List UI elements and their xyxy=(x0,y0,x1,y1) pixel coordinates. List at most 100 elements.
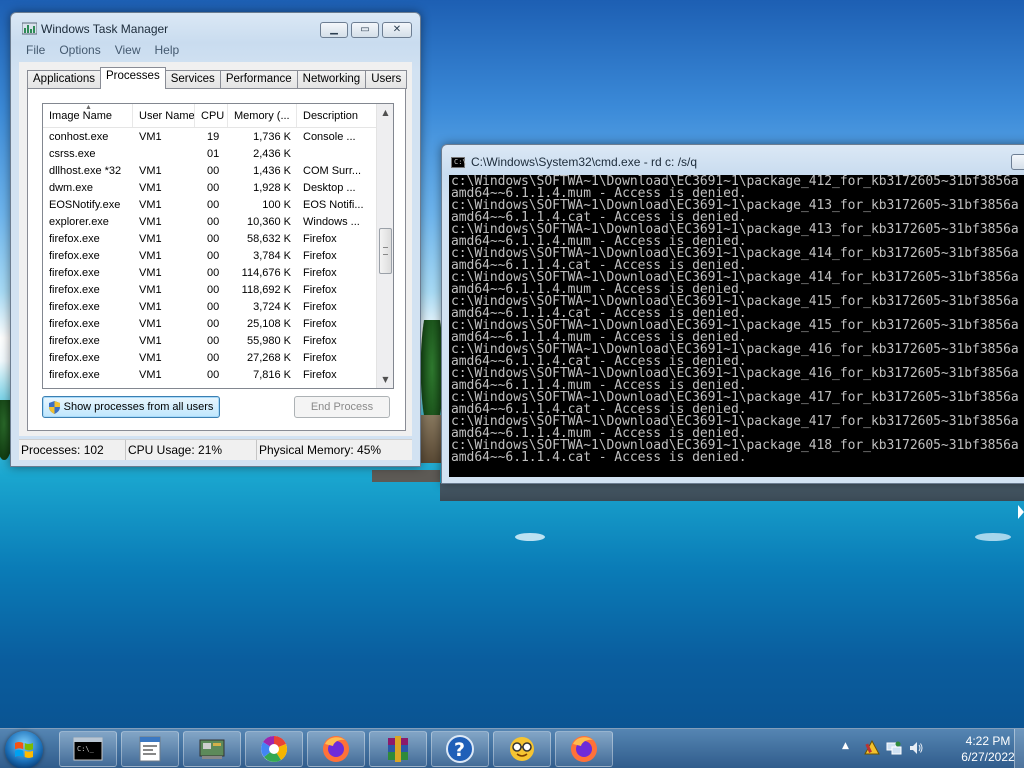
menu-bar: File Options View Help xyxy=(19,42,412,61)
column-image-name[interactable]: ▲ Image Name xyxy=(43,104,133,127)
menu-view[interactable]: View xyxy=(108,42,148,61)
process-row[interactable]: conhost.exe VM1 19 1,736 K Console ... xyxy=(43,128,393,145)
volume-icon[interactable] xyxy=(908,740,924,756)
process-row[interactable]: firefox.exe VM1 00 27,268 K Firefox xyxy=(43,349,393,366)
process-row[interactable]: EOSNotify.exe VM1 00 100 K EOS Notifi... xyxy=(43,196,393,213)
status-cpu-usage: CPU Usage: 21% xyxy=(126,440,257,460)
status-processes: Processes: 102 xyxy=(19,440,126,460)
process-row[interactable]: firefox.exe VM1 00 114,676 K Firefox xyxy=(43,264,393,281)
scroll-down-icon[interactable]: ▼ xyxy=(377,371,393,388)
processes-panel: ▲ Image Name User Name CPU Memory (... D… xyxy=(27,88,406,431)
start-button[interactable] xyxy=(5,731,43,768)
process-description: Firefox xyxy=(303,351,337,364)
process-user-name: VM1 xyxy=(139,249,162,262)
column-description[interactable]: Description xyxy=(297,104,375,127)
close-button[interactable]: ✕ xyxy=(382,22,412,38)
show-desktop-button[interactable] xyxy=(1014,729,1024,768)
show-all-processes-button[interactable]: Show processes from all users xyxy=(42,396,220,418)
taskbar-picasa-button[interactable] xyxy=(245,731,303,767)
task-manager-body: Applications Processes Services Performa… xyxy=(19,62,412,436)
process-memory: 3,724 K xyxy=(253,300,291,313)
network-icon[interactable] xyxy=(886,740,902,756)
process-description: COM Surr... xyxy=(303,164,362,177)
taskbar-hardware-button[interactable] xyxy=(183,731,241,767)
process-user-name: VM1 xyxy=(139,164,162,177)
menu-help[interactable]: Help xyxy=(148,42,187,61)
process-list-header: ▲ Image Name User Name CPU Memory (... D… xyxy=(43,104,393,128)
process-row[interactable]: firefox.exe VM1 00 3,784 K Firefox xyxy=(43,247,393,264)
wallpaper-boat xyxy=(515,533,545,541)
process-description: EOS Notifi... xyxy=(303,198,364,211)
process-list[interactable]: ▲ Image Name User Name CPU Memory (... D… xyxy=(42,103,394,389)
scroll-thumb[interactable] xyxy=(379,228,392,274)
menu-file[interactable]: File xyxy=(19,42,52,61)
process-user-name: VM1 xyxy=(139,317,162,330)
process-row[interactable]: dllhost.exe *32 VM1 00 1,436 K COM Surr... xyxy=(43,162,393,179)
process-description: Desktop ... xyxy=(303,181,356,194)
process-row[interactable]: firefox.exe VM1 00 118,692 K Firefox xyxy=(43,281,393,298)
tab-performance[interactable]: Performance xyxy=(219,70,298,89)
tab-processes[interactable]: Processes xyxy=(100,67,166,89)
cmd-window: C:\ C:\Windows\System32\cmd.exe - rd c: … xyxy=(441,144,1024,484)
cmd-minimize-button[interactable] xyxy=(1011,154,1024,170)
wallpaper-boat-far xyxy=(975,533,1011,541)
task-manager-window: Windows Task Manager ▁ ▭ ✕ File Options … xyxy=(10,12,421,467)
clock[interactable]: 4:22 PM 6/27/2022 xyxy=(960,733,1016,765)
process-cpu: 01 xyxy=(207,147,220,160)
maximize-button[interactable]: ▭ xyxy=(351,22,379,38)
minimize-button[interactable]: ▁ xyxy=(320,22,348,38)
process-row[interactable]: firefox.exe VM1 00 25,108 K Firefox xyxy=(43,315,393,332)
taskbar-firefox-button-2[interactable] xyxy=(555,731,613,767)
column-user-name[interactable]: User Name xyxy=(133,104,195,127)
tab-users[interactable]: Users xyxy=(365,70,408,89)
process-row[interactable]: dwm.exe VM1 00 1,928 K Desktop ... xyxy=(43,179,393,196)
process-memory: 2,436 K xyxy=(253,147,291,160)
process-memory: 1,436 K xyxy=(253,164,291,177)
process-image-name: dwm.exe xyxy=(49,181,94,194)
vertical-scrollbar[interactable]: ▲ ▼ xyxy=(376,104,393,388)
process-row[interactable]: firefox.exe VM1 00 55,980 K Firefox xyxy=(43,332,393,349)
console-output[interactable]: c:\Windows\SOFTWA~1\Download\EC3691~1\pa… xyxy=(449,175,1024,477)
process-user-name: VM1 xyxy=(139,215,162,228)
process-image-name: csrss.exe xyxy=(49,147,96,160)
action-center-icon[interactable] xyxy=(864,740,880,756)
process-row[interactable]: firefox.exe VM1 00 3,724 K Firefox xyxy=(43,298,393,315)
process-row[interactable]: explorer.exe VM1 00 10,360 K Windows ... xyxy=(43,213,393,230)
column-image-name-label: Image Name xyxy=(49,110,112,122)
process-memory: 1,736 K xyxy=(253,130,291,143)
show-hidden-icons-icon[interactable]: ▲ xyxy=(842,741,849,751)
menu-options[interactable]: Options xyxy=(52,42,107,61)
process-memory: 1,928 K xyxy=(253,181,291,194)
taskbar-winrar-button[interactable] xyxy=(369,731,427,767)
process-row[interactable]: firefox.exe VM1 00 7,816 K Firefox xyxy=(43,366,393,383)
hardware-icon xyxy=(199,739,225,759)
column-cpu[interactable]: CPU xyxy=(195,104,228,127)
process-cpu: 00 xyxy=(207,351,220,364)
process-memory: 25,108 K xyxy=(246,317,291,330)
process-description: Windows ... xyxy=(303,215,360,228)
end-process-button[interactable]: End Process xyxy=(294,396,390,418)
tab-applications[interactable]: Applications xyxy=(27,70,102,89)
taskbar-emoji-button[interactable] xyxy=(493,731,551,767)
process-image-name: firefox.exe xyxy=(49,249,100,262)
process-user-name: VM1 xyxy=(139,232,162,245)
process-image-name: conhost.exe xyxy=(49,130,109,143)
taskbar-cmd-button[interactable]: C:\_ xyxy=(59,731,117,767)
tab-strip: Applications Processes Services Performa… xyxy=(27,67,408,89)
taskbar-firefox-button[interactable] xyxy=(307,731,365,767)
process-cpu: 00 xyxy=(207,317,220,330)
taskbar-notepad-button[interactable] xyxy=(121,731,179,767)
process-memory: 118,692 K xyxy=(241,283,291,296)
process-cpu: 00 xyxy=(207,164,220,177)
process-cpu: 00 xyxy=(207,266,220,279)
taskbar-help-button[interactable]: ? xyxy=(431,731,489,767)
help-icon: ? xyxy=(446,735,474,763)
process-image-name: EOSNotify.exe xyxy=(49,198,121,211)
process-row[interactable]: csrss.exe 01 2,436 K xyxy=(43,145,393,162)
scroll-up-icon[interactable]: ▲ xyxy=(377,104,393,121)
process-description: Firefox xyxy=(303,249,337,262)
process-row[interactable]: firefox.exe VM1 00 58,632 K Firefox xyxy=(43,230,393,247)
tab-services[interactable]: Services xyxy=(164,70,221,89)
column-memory[interactable]: Memory (... xyxy=(228,104,297,127)
tab-networking[interactable]: Networking xyxy=(296,70,367,89)
